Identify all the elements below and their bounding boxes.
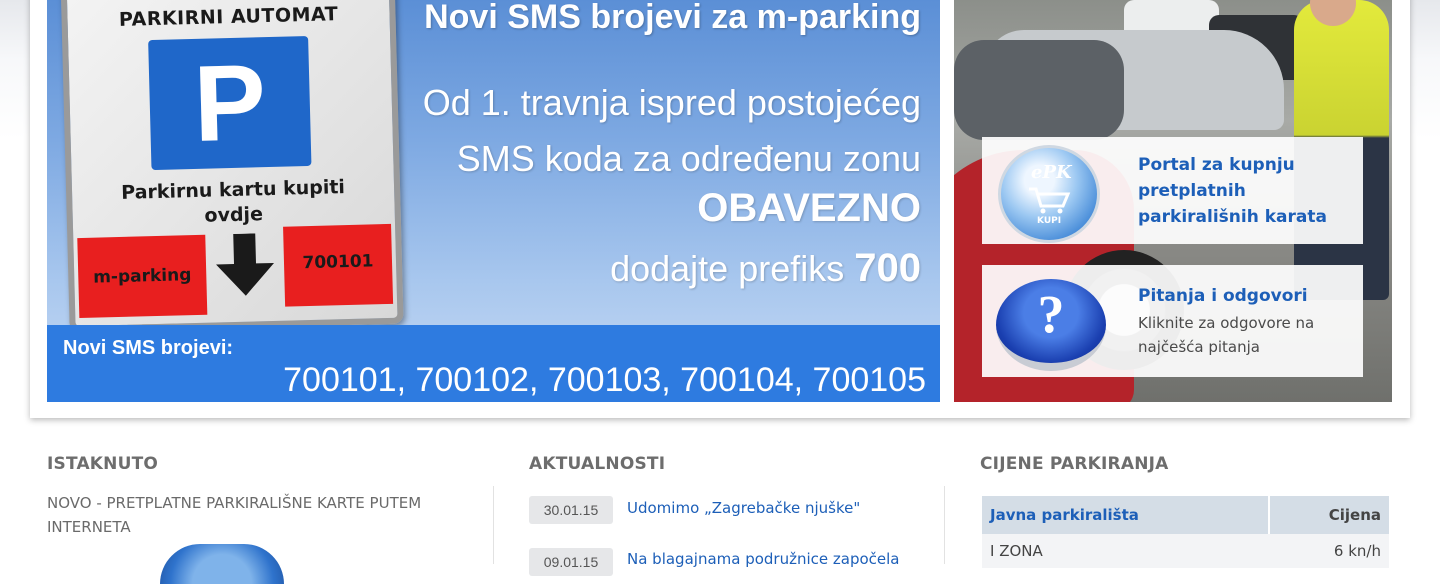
faq-title: Pitanja i odgovori [1138, 286, 1308, 306]
faq-link[interactable]: ? Pitanja i odgovori Kliknite za odgovor… [982, 265, 1363, 377]
banner-prefix-number: 700 [854, 246, 921, 290]
parking-p-icon: P [148, 35, 312, 171]
news-date: 09.01.15 [529, 548, 613, 576]
faq-description: Kliknite za odgovore na najčešća pitanja [1138, 311, 1314, 359]
epk-title-line3: parkirališnih karata [1138, 207, 1327, 227]
news-item-link[interactable]: Na blagajnama podružnice započela [627, 550, 900, 568]
epk-title-line2: pretplatnih [1138, 181, 1246, 201]
banner-line-2: SMS koda za određenu zonu [456, 138, 921, 179]
sms-numbers-bar: Novi SMS brojevi: 700101, 700102, 700103… [47, 325, 940, 402]
arrow-down-icon [216, 233, 274, 296]
cart-icon [1029, 187, 1071, 214]
m-parking-banner[interactable]: PARKIRNI AUTOMAT P Parkirnu kartu kupiti… [47, 0, 940, 402]
column-divider [493, 486, 494, 564]
column-header-price: Cijena [1269, 496, 1389, 534]
question-mark-icon: ? [996, 279, 1106, 371]
banner-line-3: OBAVEZNO [697, 186, 921, 230]
news-item-link[interactable]: Udomimo „Zagrebačke njuške" [627, 499, 860, 517]
epk-title: Portal za kupnju pretplatnih parkirališn… [1138, 152, 1327, 230]
news-date: 30.01.15 [529, 496, 613, 524]
faq-desc-line1: Kliknite za odgovore na [1138, 314, 1315, 332]
parking-prices-table: Javna parkirališta Cijena I ZONA 6 kn/h [982, 496, 1389, 568]
column-header-parking[interactable]: Javna parkirališta [982, 496, 1271, 534]
banner-headline: Novi SMS brojevi za m-parking [424, 0, 921, 36]
banner-line-4: dodajte prefiks 700 [610, 246, 921, 291]
news-heading: AKTUALNOSTI [529, 454, 666, 474]
parking-warden-photo: ePK KUPI Portal za kupnju pretplatnih pa… [954, 0, 1392, 402]
table-header-row: Javna parkirališta Cijena [982, 496, 1389, 534]
faq-icon-wrap: ? [996, 273, 1108, 371]
price-cell: 6 kn/h [1269, 534, 1389, 568]
sms-numbers-label: Novi SMS brojevi: [63, 337, 234, 359]
sign-title: PARKIRNI AUTOMAT [118, 3, 339, 31]
table-row: I ZONA 6 kn/h [982, 534, 1389, 568]
parking-sign-image: PARKIRNI AUTOMAT P Parkirnu kartu kupiti… [60, 0, 404, 333]
banner-line-1: Od 1. travnja ispred postojećeg [422, 82, 921, 123]
column-divider [944, 486, 945, 564]
prices-heading: CIJENE PARKIRANJA [980, 454, 1169, 474]
featured-article-image[interactable] [160, 544, 284, 584]
sms-numbers-list: 700101, 700102, 700103, 700104, 700105 [283, 361, 926, 399]
featured-heading: ISTAKNUTO [47, 454, 159, 474]
sign-text: Parkirnu kartu kupiti ovdje [72, 174, 395, 232]
sign-m-parking-label: m-parking [77, 234, 208, 319]
photo-car [954, 40, 1124, 140]
question-mark-glyph: ? [1037, 284, 1065, 344]
epk-icon-label: ePK [1031, 162, 1072, 183]
epk-portal-link[interactable]: ePK KUPI Portal za kupnju pretplatnih pa… [982, 137, 1363, 244]
featured-article-link[interactable]: NOVO - PRETPLATNE PARKIRALIŠNE KARTE PUT… [47, 491, 467, 539]
epk-title-line1: Portal za kupnju [1138, 155, 1295, 175]
banner-line-4-text: dodajte prefiks [610, 248, 855, 289]
sign-code-label: 700101 [283, 223, 394, 307]
faq-desc-line2: najčešća pitanja [1138, 338, 1260, 356]
epk-icon-wrap: ePK KUPI [996, 145, 1108, 243]
zone-cell: I ZONA [982, 534, 1270, 568]
shopping-cart-icon: ePK KUPI [998, 145, 1100, 243]
epk-icon-sublabel: KUPI [1037, 216, 1062, 226]
